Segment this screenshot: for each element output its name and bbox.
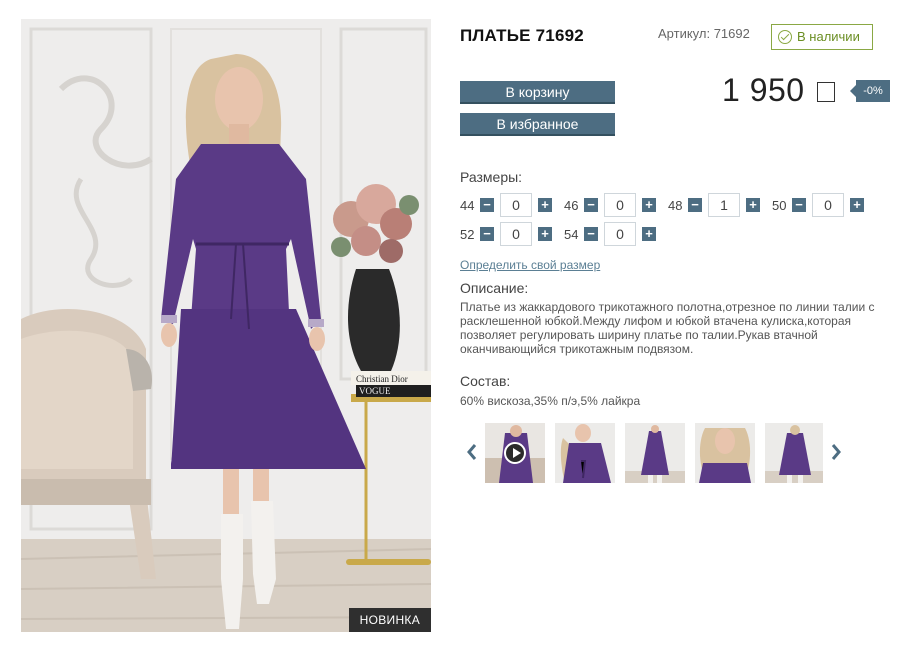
plus-icon[interactable]: + (538, 198, 552, 212)
chevron-right-icon[interactable] (829, 440, 843, 464)
product-title: ПЛАТЬЕ 71692 (460, 26, 584, 45)
sku: Артикул: 71692 (658, 26, 750, 41)
thumbnail-image[interactable] (765, 423, 823, 483)
new-badge: НОВИНКА (348, 608, 431, 632)
add-to-favorites-button[interactable]: В избранное (460, 113, 615, 136)
add-to-cart-button[interactable]: В корзину (460, 81, 615, 104)
check-circle-icon (778, 30, 792, 44)
plus-icon[interactable]: + (850, 198, 864, 212)
description-text: Платье из жаккардового трикотажного поло… (460, 300, 875, 356)
minus-icon[interactable]: − (480, 198, 494, 212)
size-label: 50 (772, 197, 787, 213)
size-label: 44 (460, 197, 475, 213)
chevron-left-icon[interactable] (465, 440, 479, 464)
play-icon (504, 442, 526, 464)
size-item-44: 44 − + (460, 193, 564, 217)
size-item-48: 48 − + (668, 193, 772, 217)
in-stock-label: В наличии (797, 29, 860, 44)
composition-text: 60% вискоза,35% п/э,5% лайкра (460, 394, 641, 408)
composition-label: Состав: (460, 373, 511, 389)
size-label: 46 (564, 197, 579, 213)
determine-size-link[interactable]: Определить свой размер (460, 258, 600, 272)
sizes-label: Размеры: (460, 169, 523, 185)
minus-icon[interactable]: − (480, 227, 494, 241)
sku-value: 71692 (713, 26, 750, 41)
book-title-dior: Christian Dior (356, 374, 408, 384)
thumbnail-image[interactable] (695, 423, 755, 483)
size-row: 44 − + 46 − + 48 − + 50 − + (460, 193, 880, 217)
discount-badge: -0% (850, 80, 890, 102)
quantity-input[interactable] (708, 193, 740, 217)
plus-icon[interactable]: + (642, 227, 656, 241)
size-row: 52 − + 54 − + (460, 222, 880, 246)
minus-icon[interactable]: − (584, 198, 598, 212)
quantity-input[interactable] (500, 222, 532, 246)
main-product-photo[interactable]: Christian Dior VOGUE НОВИНКА (21, 19, 431, 632)
quantity-input[interactable] (812, 193, 844, 217)
size-label: 48 (668, 197, 683, 213)
currency-icon (817, 82, 835, 102)
minus-icon[interactable]: − (584, 227, 598, 241)
minus-icon[interactable]: − (792, 198, 806, 212)
minus-icon[interactable]: − (688, 198, 702, 212)
quantity-input[interactable] (604, 222, 636, 246)
plus-icon[interactable]: + (642, 198, 656, 212)
size-item-46: 46 − + (564, 193, 668, 217)
size-item-54: 54 − + (564, 222, 668, 246)
size-item-52: 52 − + (460, 222, 564, 246)
thumbnail-video[interactable] (485, 423, 545, 483)
thumbnail-image[interactable] (555, 423, 615, 483)
in-stock-badge: В наличии (771, 24, 873, 50)
sku-label: Артикул: (658, 26, 711, 41)
plus-icon[interactable]: + (746, 198, 760, 212)
quantity-input[interactable] (604, 193, 636, 217)
thumbnail-strip (485, 423, 823, 483)
description-label: Описание: (460, 280, 529, 296)
thumbnail-image[interactable] (625, 423, 685, 483)
size-label: 52 (460, 226, 475, 242)
size-item-50: 50 − + (772, 193, 876, 217)
price: 1 950 (722, 72, 805, 108)
size-selector: 44 − + 46 − + 48 − + 50 − + 52 − + (460, 193, 880, 251)
book-title-vogue: VOGUE (359, 386, 391, 396)
size-label: 54 (564, 226, 579, 242)
quantity-input[interactable] (500, 193, 532, 217)
plus-icon[interactable]: + (538, 227, 552, 241)
